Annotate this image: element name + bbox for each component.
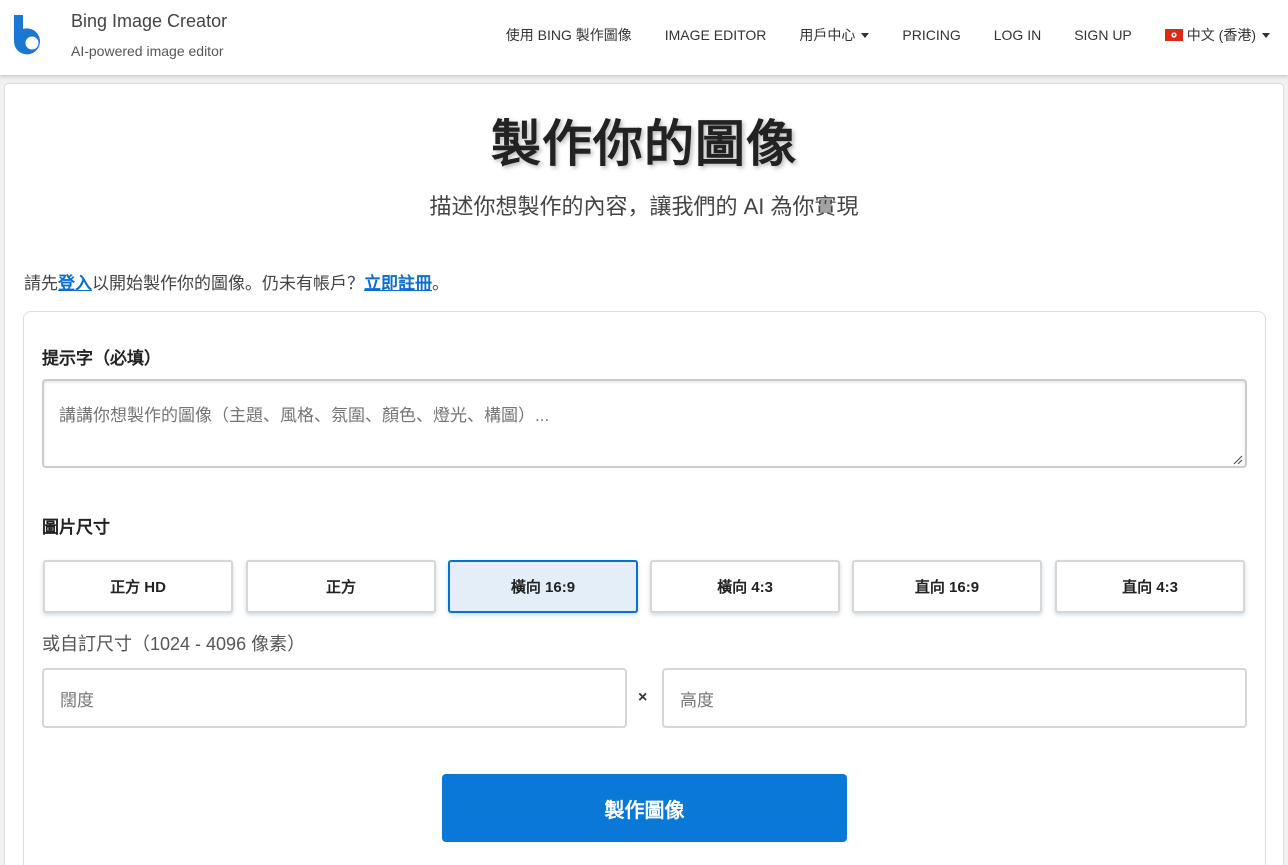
size-option-label: 正方 [325,579,356,596]
bing-logo-icon[interactable] [10,13,52,59]
size-option-landscape-4-3[interactable]: 橫向 4:3 [650,560,840,613]
height-placeholder: 高度 [680,690,714,710]
top-nav: 使用 BING 製作圖像 IMAGE EDITOR 用戶中心 PRICING L… [473,0,1270,70]
size-option-square[interactable]: 正方 [246,560,436,613]
times-symbol: × [638,689,648,706]
create-image-button[interactable]: 製作圖像 [442,774,847,842]
prompt-textarea[interactable] [42,379,1247,468]
size-option-label: 橫向 4:3 [717,579,773,596]
nav-user-center-dropdown[interactable]: 用戶中心 [799,25,870,45]
nav-log-in[interactable]: LOG IN [994,27,1041,43]
login-link[interactable]: 登入 [58,274,92,293]
nav-sign-up[interactable]: SIGN UP [1074,27,1132,43]
brand-title[interactable]: Bing Image Creator [71,11,227,32]
signup-link[interactable]: 立即註冊 [364,274,432,293]
custom-size-label: 或自訂尺寸（1024 - 4096 像素） [42,634,306,654]
nav-pricing-label: PRICING [902,27,961,43]
page-subtitle: 描述你想製作的內容，讓我們的 AI 為你實現 [429,194,859,219]
nav-sign-up-label: SIGN UP [1074,27,1132,43]
size-option-label: 橫向 16:9 [510,579,576,596]
nav-image-editor-label: IMAGE EDITOR [664,27,767,43]
size-option-portrait-4-3[interactable]: 直向 4:3 [1055,560,1245,613]
page-title: 製作你的圖像 [491,116,797,172]
size-option-label: 直向 4:3 [1122,579,1178,596]
login-prompt-prefix: 請先 [24,274,58,293]
nav-image-editor[interactable]: IMAGE EDITOR [665,27,767,43]
size-option-label: 直向 16:9 [914,579,980,596]
caret-down-icon [861,32,870,38]
nav-pricing[interactable]: PRICING [902,27,960,43]
login-prompt-middle: 以開始製作你的圖像。仍未有帳戶？ [92,274,364,293]
width-placeholder: 闊度 [60,690,94,710]
hk-flag-icon [1164,29,1183,41]
nav-log-in-label: LOG IN [993,27,1042,43]
top-header: Bing Image Creator AI-powered image edit… [0,0,1288,75]
height-input[interactable]: 高度 [662,668,1247,728]
nav-make-with-bing[interactable]: 使用 BING 製作圖像 [506,25,632,45]
nav-make-with-bing-label: 使用 BING 製作圖像 [505,27,632,43]
login-prompt-suffix: 。 [432,274,449,293]
size-option-landscape-16-9[interactable]: 橫向 16:9 [448,560,638,613]
size-option-label: 正方 HD [110,579,166,596]
resize-grip-icon[interactable] [1231,453,1243,465]
size-label: 圖片尺寸 [42,518,110,537]
width-input[interactable]: 闊度 [42,668,627,728]
language-label: 中文 (香港) [1186,27,1256,43]
size-option-square-hd[interactable]: 正方 HD [43,560,233,613]
nav-user-center-label: 用戶中心 [799,27,856,43]
language-selector[interactable]: 中文 (香港) [1164,25,1270,45]
caret-down-icon [1262,32,1270,38]
prompt-label: 提示字（必填） [42,349,161,368]
brand-subtitle: AI-powered image editor [71,43,224,59]
create-image-button-label: 製作圖像 [604,799,685,822]
size-option-portrait-16-9[interactable]: 直向 16:9 [852,560,1042,613]
login-prompt: 請先登入以開始製作你的圖像。仍未有帳戶？立即註冊。 [24,269,449,294]
